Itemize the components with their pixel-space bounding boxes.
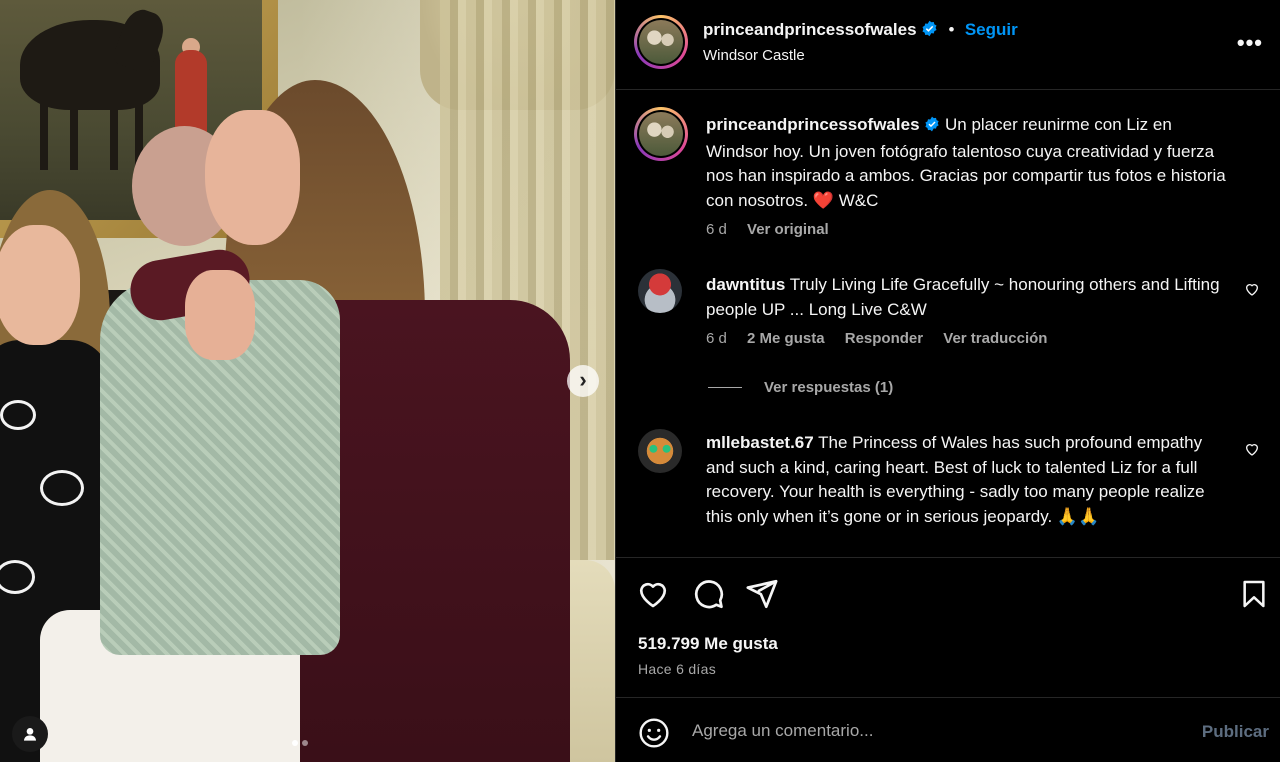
- avatar-image: [639, 112, 683, 156]
- verified-badge-icon: [924, 115, 940, 140]
- caption-author-avatar[interactable]: [634, 107, 688, 161]
- horse-leg: [110, 100, 118, 170]
- comment-avatar[interactable]: [638, 429, 682, 473]
- comment-username[interactable]: dawntitus: [706, 275, 785, 294]
- horse-leg: [40, 100, 48, 170]
- publish-button[interactable]: Publicar: [1202, 722, 1269, 742]
- comment-like-heart-icon[interactable]: [1244, 441, 1260, 462]
- comment-input[interactable]: [692, 716, 1172, 746]
- comment-item: mllebastet.67 The Princess of Wales has …: [638, 429, 1260, 557]
- heart-emoji: ❤️: [812, 190, 834, 210]
- comment-body: dawntitus Truly Living Life Gracefully ~…: [706, 273, 1226, 347]
- comment-item: dawntitus Truly Living Life Gracefully ~…: [638, 269, 1260, 369]
- post-actions: 519.799 Me gusta Hace 6 días: [616, 557, 1280, 697]
- avatar-image: [639, 20, 683, 64]
- carousel-dot-active: [292, 740, 298, 746]
- follow-button[interactable]: Seguir: [965, 20, 1018, 39]
- post-header: princeandprincessofwales • Seguir Windso…: [616, 0, 1280, 90]
- save-bookmark-icon[interactable]: [1238, 577, 1270, 616]
- comment-avatar[interactable]: [638, 269, 682, 313]
- dress-flower: [40, 470, 84, 506]
- horse-neck: [110, 4, 170, 76]
- kate-face: [205, 110, 300, 245]
- dress-flower: [0, 400, 36, 430]
- post-side-panel: princeandprincessofwales • Seguir Windso…: [615, 0, 1280, 762]
- comment-meta: 6 d 2 Me gusta Responder Ver traducción: [706, 330, 1226, 347]
- carousel-next-icon[interactable]: ›: [567, 365, 599, 397]
- view-replies-button[interactable]: Ver respuestas (1): [708, 379, 893, 396]
- reply-button[interactable]: Responder: [845, 330, 923, 347]
- header-separator: •: [948, 20, 955, 39]
- carousel-dot: [302, 740, 308, 746]
- comment-username[interactable]: mllebastet.67: [706, 433, 814, 452]
- woman-left-face: [0, 225, 80, 345]
- caption-signature: W&C: [838, 190, 879, 210]
- carousel-dots: [292, 740, 308, 746]
- comment-age[interactable]: 6 d: [706, 330, 727, 347]
- comment-text-block: dawntitus Truly Living Life Gracefully ~…: [706, 273, 1226, 322]
- user-tag-icon[interactable]: [12, 716, 48, 752]
- caption-item: princeandprincessofwales Un placer reuni…: [634, 107, 1258, 257]
- view-replies-label: Ver respuestas (1): [764, 379, 894, 396]
- share-icon[interactable]: [745, 577, 779, 616]
- like-heart-icon[interactable]: [636, 577, 670, 616]
- kate-hand: [185, 270, 255, 360]
- comment-composer: Publicar: [616, 697, 1280, 762]
- comment-like-heart-icon[interactable]: [1244, 281, 1260, 302]
- see-translation-button[interactable]: Ver traducción: [943, 330, 1047, 347]
- horse-leg: [70, 100, 78, 170]
- comment-icon[interactable]: [691, 577, 725, 616]
- replies-line: [708, 387, 742, 388]
- dress-flower: [0, 560, 35, 594]
- header-title-row: princeandprincessofwales • Seguir: [703, 20, 1018, 42]
- comment-likes[interactable]: 2 Me gusta: [747, 330, 825, 347]
- post-location[interactable]: Windsor Castle: [703, 47, 805, 64]
- post-photo[interactable]: ›: [0, 0, 615, 762]
- verified-badge-icon: [921, 20, 938, 42]
- like-count[interactable]: 519.799 Me gusta: [638, 634, 778, 654]
- caption-text-block: princeandprincessofwales Un placer reuni…: [706, 113, 1226, 213]
- comment-body: mllebastet.67 The Princess of Wales has …: [706, 431, 1226, 529]
- caption-body: princeandprincessofwales Un placer reuni…: [706, 113, 1226, 238]
- see-original-link[interactable]: Ver original: [747, 221, 829, 238]
- caption-age[interactable]: 6 d: [706, 221, 727, 238]
- comments-list[interactable]: princeandprincessofwales Un placer reuni…: [616, 91, 1280, 557]
- author-username[interactable]: princeandprincessofwales: [703, 20, 917, 39]
- emoji-icon[interactable]: [638, 717, 670, 754]
- author-avatar[interactable]: [634, 15, 688, 69]
- post-time[interactable]: Hace 6 días: [638, 661, 716, 677]
- comment-text-block: mllebastet.67 The Princess of Wales has …: [706, 431, 1226, 529]
- caption-username[interactable]: princeandprincessofwales: [706, 115, 920, 134]
- more-options-icon[interactable]: •••: [1237, 30, 1263, 56]
- caption-meta: 6 d Ver original: [706, 221, 1226, 238]
